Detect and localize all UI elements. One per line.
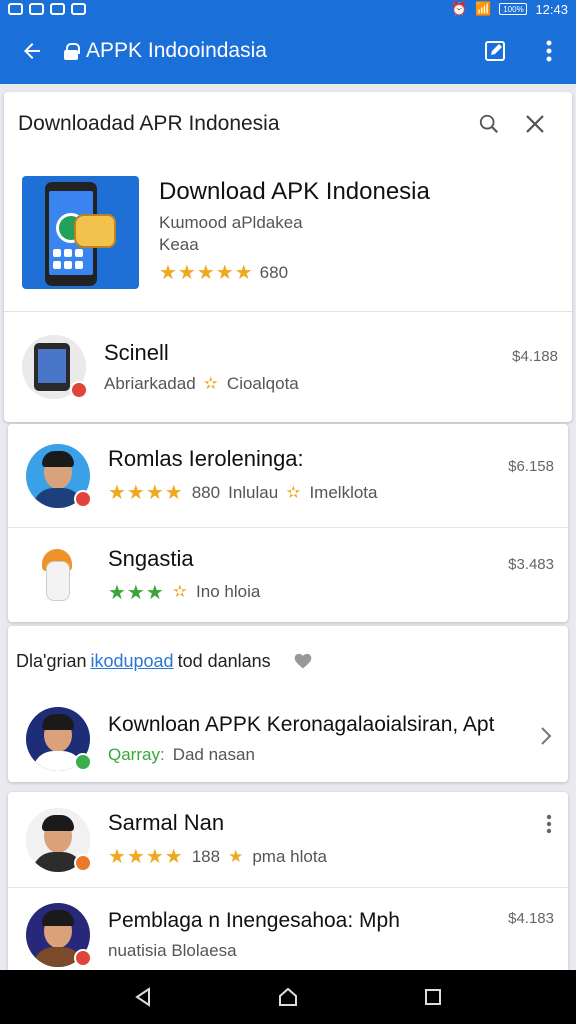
battery-icon: 100% bbox=[499, 3, 528, 15]
nav-back-button[interactable] bbox=[113, 970, 173, 1024]
chevron-right-icon[interactable] bbox=[540, 726, 552, 746]
nav-recents-button[interactable] bbox=[403, 970, 463, 1024]
avatar bbox=[26, 807, 92, 872]
rating-count: 880 bbox=[191, 482, 221, 502]
list-item[interactable]: Romlas Ieroleninga: ★★★★ 880 Inlulau ✫ I… bbox=[8, 424, 568, 528]
app-meta-2: Imelklota bbox=[309, 482, 378, 502]
heart-icon[interactable] bbox=[293, 651, 313, 671]
rating-count: 188 bbox=[191, 846, 221, 866]
app-price: $3.483 bbox=[508, 556, 554, 573]
featured-app[interactable]: Download APK Indonesia Kɯmood aPldakea K… bbox=[4, 156, 572, 312]
section-title: Dla'grian ikodupoad tod danlans bbox=[8, 626, 568, 696]
battery-level: 100% bbox=[503, 4, 524, 14]
app-list-card-bottom: Sarmal Nan ★★★★ 188 ★ pma hlota Pemblaga… bbox=[8, 792, 568, 982]
status-bar: ⏰ 📶 100% 12:43 bbox=[0, 0, 576, 18]
edit-button[interactable] bbox=[468, 18, 522, 84]
app-meta: pma hlota bbox=[252, 846, 328, 866]
app-title: Sngastia bbox=[108, 545, 194, 571]
app-price: $4.183 bbox=[508, 910, 554, 927]
back-button[interactable] bbox=[0, 18, 64, 84]
search-results-card: Downloadad APR Indonesia Download APK In… bbox=[4, 92, 572, 422]
star-rating: ★★★★ bbox=[108, 482, 184, 504]
app-meta: Ino hloia bbox=[196, 582, 261, 601]
section-card: Dla'grian ikodupoad tod danlans Kownloan… bbox=[8, 626, 568, 782]
app-subtitle: nuatisia Blolaesa bbox=[108, 941, 237, 960]
nav-home-button[interactable] bbox=[258, 970, 318, 1024]
search-button[interactable] bbox=[466, 101, 512, 147]
badge-icon bbox=[70, 381, 88, 399]
app-list-card: Romlas Ieroleninga: ★★★★ 880 Inlulau ✫ I… bbox=[8, 424, 568, 622]
wifi-icon: 📶 bbox=[475, 1, 492, 16]
featured-title: Download APK Indonesia bbox=[159, 178, 430, 205]
app-price: $4.188 bbox=[512, 348, 558, 365]
alarm-icon: ⏰ bbox=[451, 1, 468, 16]
close-icon bbox=[526, 115, 544, 133]
app-title: Scinell bbox=[104, 340, 169, 365]
close-button[interactable] bbox=[512, 101, 558, 147]
search-header: Downloadad APR Indonesia bbox=[4, 92, 572, 156]
rating-count: 680 bbox=[259, 262, 289, 282]
more-vert-icon[interactable] bbox=[546, 814, 552, 834]
star-icon: ✫ bbox=[203, 374, 219, 393]
notification-icon bbox=[50, 3, 65, 15]
star-rating: ★★★★ bbox=[108, 846, 184, 868]
app-subtitle: Dad nasan bbox=[172, 745, 255, 764]
badge-icon bbox=[74, 853, 92, 872]
section-label: Dla'grian bbox=[16, 650, 87, 671]
search-icon bbox=[479, 114, 499, 134]
section-label-suffix: tod danlans bbox=[177, 650, 271, 671]
star-rating: ★★★★★ bbox=[159, 262, 254, 284]
list-item[interactable]: Sarmal Nan ★★★★ 188 ★ pma hlota bbox=[8, 792, 568, 888]
badge-icon bbox=[74, 949, 92, 967]
overflow-menu-button[interactable] bbox=[522, 18, 576, 84]
more-vert-icon bbox=[546, 40, 552, 62]
star-icon: ★ bbox=[228, 846, 245, 866]
browser-app-bar: APPK Indooindasia bbox=[0, 18, 576, 84]
star-icon: ✫ bbox=[286, 482, 302, 502]
search-query: Downloadad APR Indonesia bbox=[18, 112, 280, 135]
badge-icon bbox=[74, 489, 92, 508]
triangle-back-icon bbox=[134, 987, 150, 1007]
list-item[interactable]: Pemblaga n Inengesahoa: Mph nuatisia Blo… bbox=[8, 888, 568, 982]
list-item[interactable]: Scinell Abriarkadad ✫ Cioalqota $4.188 bbox=[4, 312, 572, 422]
system-nav-bar bbox=[0, 970, 576, 1024]
square-recents-icon bbox=[425, 989, 442, 1005]
avatar bbox=[26, 443, 92, 508]
notification-icon bbox=[8, 3, 23, 15]
star-rating: ★★★ bbox=[108, 581, 165, 604]
app-subtitle: Abriarkadad bbox=[104, 374, 196, 393]
app-title: Kownloan APPK Keronagalaoialsiran, Apt bbox=[108, 713, 495, 736]
back-arrow-icon bbox=[24, 43, 40, 59]
app-title: Pemblaga n Inengesahoa: Mph bbox=[108, 909, 400, 932]
list-item[interactable]: Kownloan APPK Keronagalaoialsiran, Apt Q… bbox=[8, 696, 568, 782]
app-title: Romlas Ieroleninga: bbox=[108, 446, 304, 471]
list-item[interactable]: Sngastia ★★★ ✫ Ino hloia $3.483 bbox=[8, 528, 568, 622]
lock-icon bbox=[64, 43, 80, 60]
notification-icon bbox=[71, 3, 86, 15]
app-icon bbox=[22, 335, 88, 399]
featured-category: Keaa bbox=[159, 235, 199, 254]
notification-icons bbox=[8, 3, 86, 15]
url-text: APPK Indooindasia bbox=[86, 39, 267, 62]
app-meta: Inlulau bbox=[228, 482, 279, 502]
edit-icon bbox=[485, 41, 505, 61]
badge-icon bbox=[74, 753, 92, 771]
avatar bbox=[26, 707, 92, 771]
app-title: Sarmal Nan bbox=[108, 810, 225, 835]
home-icon bbox=[278, 987, 297, 1006]
star-icon: ✫ bbox=[172, 582, 189, 601]
featured-app-image bbox=[22, 176, 139, 289]
clock: 12:43 bbox=[535, 1, 568, 17]
url-bar[interactable]: APPK Indooindasia bbox=[64, 39, 468, 63]
app-subtitle-accent: Qarray: bbox=[108, 745, 165, 764]
app-price: $6.158 bbox=[508, 458, 554, 475]
hand-icon bbox=[74, 214, 116, 248]
section-link[interactable]: ikodupoad bbox=[90, 651, 173, 672]
app-meta: Cioalqota bbox=[226, 374, 299, 393]
avatar bbox=[26, 903, 92, 967]
featured-developer: Kɯmood aPldakea bbox=[159, 213, 303, 232]
notification-icon bbox=[29, 3, 44, 15]
app-icon bbox=[26, 543, 90, 607]
